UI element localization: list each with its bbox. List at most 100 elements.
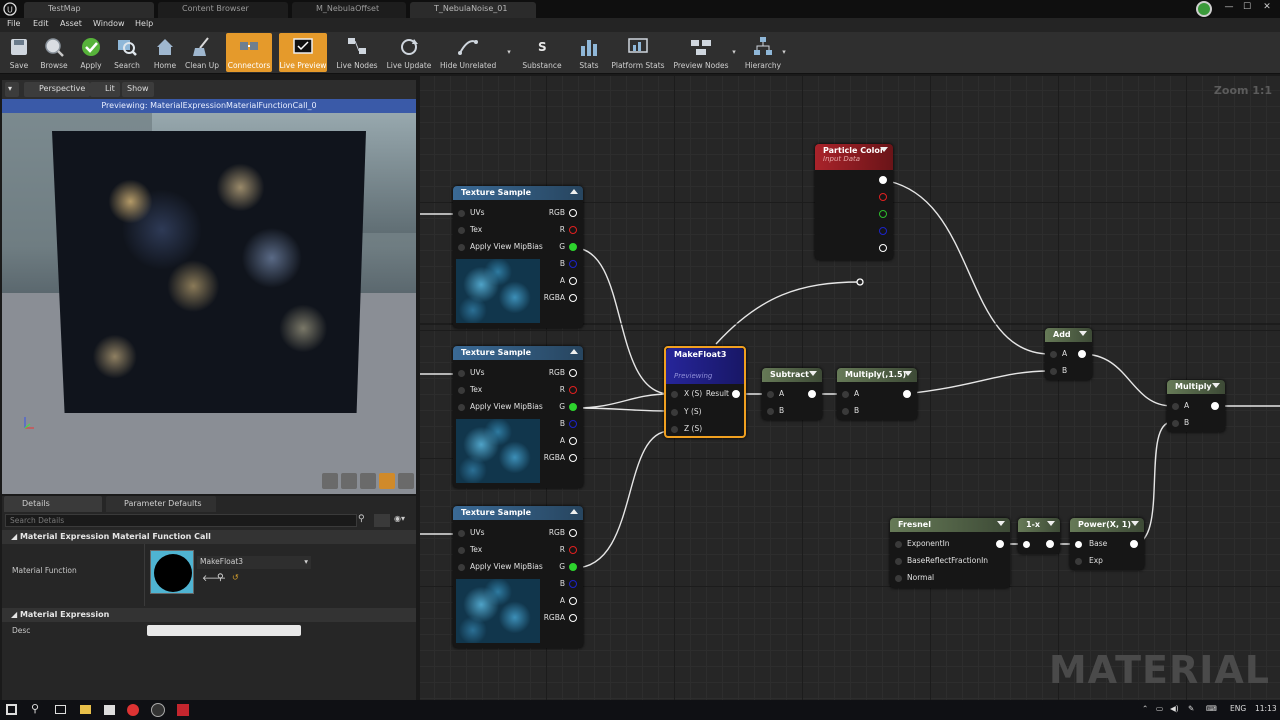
perspective-button[interactable]: Perspective bbox=[24, 82, 91, 97]
store-icon[interactable] bbox=[104, 705, 115, 715]
pin-uvs[interactable] bbox=[458, 210, 465, 217]
pin-out[interactable] bbox=[1130, 540, 1138, 548]
add-node[interactable]: Add A B bbox=[1045, 328, 1092, 380]
pin-uvs[interactable] bbox=[458, 530, 465, 537]
multiply-15-node[interactable]: Multiply(,1.5) A B bbox=[837, 368, 917, 420]
pen-icon[interactable]: ✎ bbox=[1188, 704, 1194, 713]
preview-nodes-button[interactable]: Preview Nodes bbox=[672, 33, 730, 72]
pin-out-r[interactable] bbox=[569, 546, 577, 554]
pin-out-r[interactable] bbox=[879, 193, 887, 201]
file-explorer-icon[interactable] bbox=[80, 705, 91, 714]
viewport-scene[interactable] bbox=[2, 113, 416, 494]
browse-asset-icon[interactable]: ⚲ bbox=[217, 573, 224, 583]
menu-window[interactable]: Window bbox=[93, 19, 125, 28]
substance-button[interactable]: S Substance bbox=[520, 33, 564, 72]
browse-button[interactable]: Browse bbox=[38, 33, 70, 72]
collapse-icon[interactable] bbox=[1047, 521, 1055, 526]
pin-out-b[interactable] bbox=[569, 420, 577, 428]
save-button[interactable]: Save bbox=[4, 33, 34, 72]
one-minus-node[interactable]: 1-x bbox=[1018, 518, 1060, 554]
hide-unrelated-button[interactable]: Hide Unrelated bbox=[440, 33, 496, 72]
pin-out-r[interactable] bbox=[569, 386, 577, 394]
texture-sample-node-1[interactable]: Texture Sample UVs Tex Apply View MipBia… bbox=[453, 186, 583, 328]
tab-m-nebulaoffset[interactable]: M_NebulaOffset bbox=[292, 2, 406, 18]
pin-out-rgba[interactable] bbox=[569, 294, 577, 302]
browser-icon[interactable] bbox=[127, 704, 139, 716]
connectors-button[interactable]: Connectors bbox=[226, 33, 272, 72]
section-material-expression[interactable]: ◢ Material Expression bbox=[2, 608, 416, 622]
power-node[interactable]: Power(X, 1) Base Exp bbox=[1070, 518, 1144, 570]
pin-apply-view-mipbias[interactable] bbox=[458, 244, 465, 251]
unreal-engine-taskbar-icon[interactable] bbox=[151, 703, 165, 717]
lit-button[interactable]: Lit bbox=[90, 82, 120, 97]
close-icon[interactable]: ✕ bbox=[1258, 0, 1276, 16]
pin-out-result[interactable] bbox=[732, 390, 740, 398]
pin-out[interactable] bbox=[996, 540, 1004, 548]
hierarchy-dropdown[interactable]: ▾ bbox=[780, 33, 788, 72]
collapse-icon[interactable] bbox=[809, 371, 817, 376]
material-graph[interactable]: Zoom 1:1 MATERIAL Texture Sample UVs Tex… bbox=[420, 76, 1280, 700]
keyboard-icon[interactable]: ⌨ bbox=[1206, 704, 1217, 713]
maximize-icon[interactable]: ☐ bbox=[1238, 0, 1256, 16]
pin-out-rgb[interactable] bbox=[569, 529, 577, 537]
user-avatar-icon[interactable] bbox=[1196, 1, 1212, 17]
collapse-icon[interactable] bbox=[1212, 383, 1220, 388]
pin-exp[interactable] bbox=[1075, 558, 1082, 565]
clean-up-button[interactable]: Clean Up bbox=[184, 33, 220, 72]
pin-b[interactable] bbox=[767, 408, 774, 415]
pin-b[interactable] bbox=[1050, 368, 1057, 375]
apply-button[interactable]: Apply bbox=[76, 33, 106, 72]
search-icon[interactable]: ⚲ bbox=[358, 514, 370, 527]
fresnel-node[interactable]: Fresnel ExponentIn BaseReflectFractionIn… bbox=[890, 518, 1010, 588]
pin-b[interactable] bbox=[1172, 420, 1179, 427]
show-button[interactable]: Show bbox=[122, 82, 154, 97]
pin-out-rgba[interactable] bbox=[569, 454, 577, 462]
pin-out-rgba[interactable] bbox=[879, 176, 887, 184]
desc-input[interactable] bbox=[147, 625, 301, 636]
pin-out-b[interactable] bbox=[879, 227, 887, 235]
pin-out[interactable] bbox=[1046, 540, 1054, 548]
collapse-icon[interactable] bbox=[1079, 331, 1087, 336]
collapse-icon[interactable] bbox=[880, 147, 888, 152]
pin-x[interactable] bbox=[671, 391, 678, 398]
subtract-node[interactable]: Subtract A B bbox=[762, 368, 822, 420]
collapse-icon[interactable] bbox=[904, 371, 912, 376]
pin-normal[interactable] bbox=[895, 575, 902, 582]
pin-tex[interactable] bbox=[458, 547, 465, 554]
pin-apply-view-mipbias[interactable] bbox=[458, 564, 465, 571]
clock[interactable]: 11:13 bbox=[1255, 704, 1277, 713]
pin-out-g[interactable] bbox=[569, 243, 577, 251]
volume-icon[interactable]: ◀) bbox=[1170, 704, 1179, 713]
pin-out-b[interactable] bbox=[569, 260, 577, 268]
preview-shape-sphere-button[interactable] bbox=[341, 473, 357, 489]
texture-sample-node-3[interactable]: Texture Sample UVs Tex Apply View MipBia… bbox=[453, 506, 583, 648]
pin-base[interactable] bbox=[1075, 541, 1082, 548]
collapse-icon[interactable] bbox=[997, 521, 1005, 526]
pin-out-a[interactable] bbox=[879, 244, 887, 252]
pin-z[interactable] bbox=[671, 426, 678, 433]
pin-out-a[interactable] bbox=[569, 277, 577, 285]
live-preview-button[interactable]: Live Preview bbox=[279, 33, 327, 72]
tab-content-browser[interactable]: Content Browser bbox=[158, 2, 288, 18]
search-button[interactable]: Search bbox=[112, 33, 142, 72]
pin-a[interactable] bbox=[767, 391, 774, 398]
material-function-dropdown[interactable]: MakeFloat3 ▾ bbox=[197, 556, 311, 569]
collapse-icon[interactable] bbox=[570, 509, 578, 514]
texture-sample-node-2[interactable]: Texture Sample UVs Tex Apply View MipBia… bbox=[453, 346, 583, 488]
preview-shape-cube-button[interactable] bbox=[379, 473, 395, 489]
menu-file[interactable]: File bbox=[7, 19, 20, 28]
pin-exponentin[interactable] bbox=[895, 541, 902, 548]
grid-view-icon[interactable] bbox=[374, 514, 390, 527]
pin-tex[interactable] bbox=[458, 227, 465, 234]
hierarchy-button[interactable]: Hierarchy bbox=[742, 33, 784, 72]
pin-y[interactable] bbox=[671, 409, 678, 416]
material-function-thumbnail[interactable] bbox=[150, 550, 194, 594]
tab-testmap[interactable]: TestMap bbox=[24, 2, 154, 18]
pin-out-a[interactable] bbox=[569, 597, 577, 605]
minimize-icon[interactable]: — bbox=[1220, 0, 1238, 16]
preview-nodes-dropdown[interactable]: ▾ bbox=[730, 33, 738, 72]
particle-color-node[interactable]: Particle Color Input Data bbox=[815, 144, 893, 260]
reset-icon[interactable]: ↺ bbox=[232, 573, 239, 582]
platform-stats-button[interactable]: Platform Stats bbox=[610, 33, 666, 72]
app-icon[interactable] bbox=[177, 704, 189, 716]
